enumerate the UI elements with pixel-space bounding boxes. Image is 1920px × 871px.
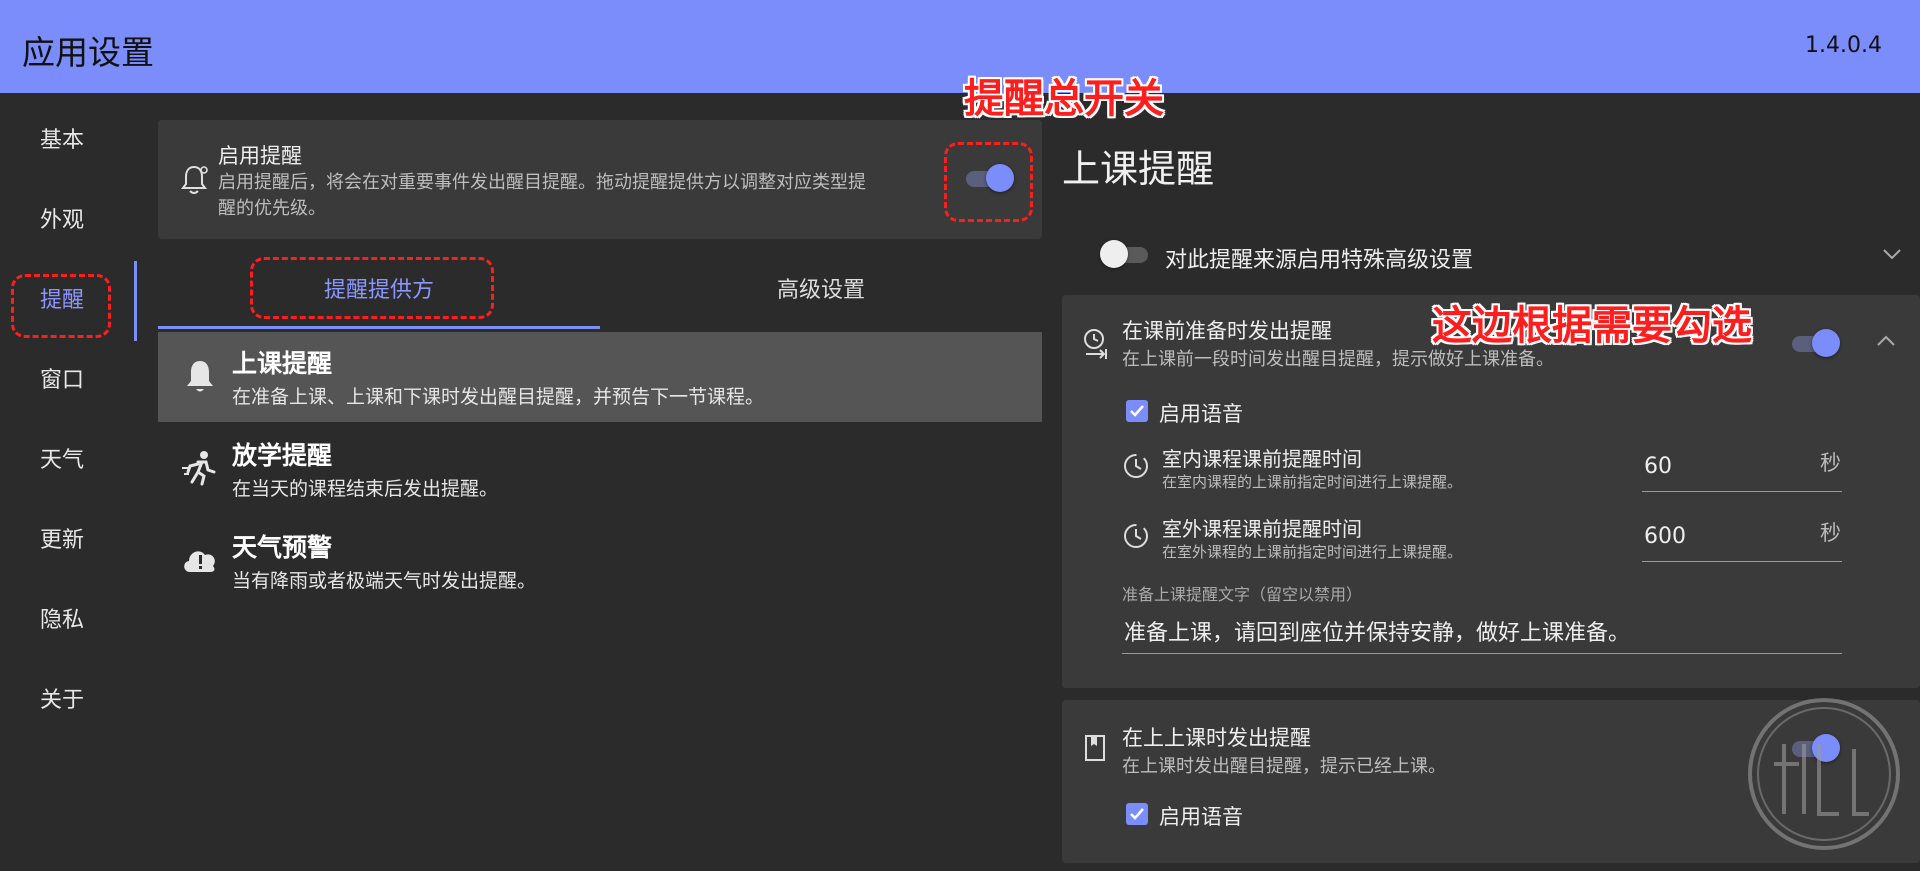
on-class-voice-label: 启用语音 xyxy=(1159,805,1243,829)
watermark-logo xyxy=(1744,694,1904,858)
on-class-desc: 在上课时发出醒目提醒，提示已经上课。 xyxy=(1122,756,1446,777)
provider-class-reminder[interactable]: 上课提醒 在准备上课、上课和下课时发出醒目提醒，并预告下一节课程。 xyxy=(158,332,1042,422)
prep-text-input[interactable]: 准备上课，请回到座位并保持安静，做好上课准备。 xyxy=(1122,605,1842,654)
enable-reminder-desc-1: 启用提醒后，将会在对重要事件发出醒目提醒。拖动提醒提供方以调整对应类型提 xyxy=(218,172,866,193)
provider-after-school[interactable]: 放学提醒 在当天的课程结束后发出提醒。 xyxy=(158,424,1042,514)
indoor-time-desc: 在室内课程的上课前指定时间进行上课提醒。 xyxy=(1162,473,1463,491)
bell-settings-icon xyxy=(180,164,208,200)
tab-advanced[interactable]: 高级设置 xyxy=(600,255,1042,329)
provider-title: 天气预警 xyxy=(232,533,333,562)
advanced-settings-label: 对此提醒来源启用特殊高级设置 xyxy=(1165,248,1474,273)
provider-weather-alert[interactable]: 天气预警 当有降雨或者极端天气时发出提醒。 xyxy=(158,516,1042,606)
prep-text-value: 准备上课，请回到座位并保持安静，做好上课准备。 xyxy=(1124,621,1631,646)
outdoor-time-input[interactable]: 600 xyxy=(1642,510,1842,562)
highlight-sidebar-reminder xyxy=(11,274,111,338)
indoor-time-title: 室内课程课前提醒时间 xyxy=(1162,447,1362,471)
detail-title: 上课提醒 xyxy=(1062,147,1215,191)
indoor-time-value: 60 xyxy=(1644,454,1672,479)
provider-title: 放学提醒 xyxy=(232,441,333,470)
outdoor-time-title: 室外课程课前提醒时间 xyxy=(1162,517,1362,541)
enable-reminder-card: 启用提醒 启用提醒后，将会在对重要事件发出醒目提醒。拖动提醒提供方以调整对应类型… xyxy=(158,120,1042,239)
enable-reminder-desc-2: 醒的优先级。 xyxy=(218,198,326,219)
advanced-settings-toggle[interactable] xyxy=(1100,240,1152,268)
highlight-master-toggle xyxy=(944,142,1033,222)
enable-reminder-title: 启用提醒 xyxy=(218,144,302,168)
version-label: 1.4.0.4 xyxy=(1805,33,1882,58)
highlight-providers-tab xyxy=(250,257,494,319)
sidebar-item-about[interactable]: 关于 xyxy=(0,661,134,741)
bell-icon xyxy=(180,356,220,396)
on-class-title: 在上上课时发出提醒 xyxy=(1122,726,1311,750)
app-header: 应用设置 1.4.0.4 xyxy=(0,0,1920,93)
sidebar-item-update[interactable]: 更新 xyxy=(0,501,134,581)
provider-desc: 当有降雨或者极端天气时发出提醒。 xyxy=(232,570,537,592)
sidebar-item-weather[interactable]: 天气 xyxy=(0,421,134,501)
outdoor-time-unit: 秒 xyxy=(1820,521,1841,545)
before-class-toggle[interactable] xyxy=(1788,329,1840,357)
outdoor-time-desc: 在室外课程的上课前指定时间进行上课提醒。 xyxy=(1162,543,1463,561)
sidebar-active-indicator xyxy=(134,261,137,341)
prep-text-label: 准备上课提醒文字（留空以禁用） xyxy=(1122,585,1363,604)
sidebar-item-basic[interactable]: 基本 xyxy=(0,101,134,181)
on-class-voice-checkbox[interactable] xyxy=(1126,803,1148,825)
sidebar-item-window[interactable]: 窗口 xyxy=(0,341,134,421)
sidebar: 基本 外观 提醒 窗口 天气 更新 隐私 关于 xyxy=(0,93,137,871)
before-class-title: 在课前准备时发出提醒 xyxy=(1122,319,1332,343)
before-class-voice-checkbox[interactable] xyxy=(1126,400,1148,422)
bookmark-icon xyxy=(1084,734,1106,766)
provider-title: 上课提醒 xyxy=(232,349,333,378)
before-class-card: 在课前准备时发出提醒 在上课前一段时间发出醒目提醒，提示做好上课准备。 启用语音… xyxy=(1062,295,1920,688)
indoor-time-unit: 秒 xyxy=(1820,451,1841,475)
page-title: 应用设置 xyxy=(22,33,154,72)
sidebar-item-appearance[interactable]: 外观 xyxy=(0,181,134,261)
running-person-icon xyxy=(180,448,220,488)
provider-desc: 在当天的课程结束后发出提醒。 xyxy=(232,478,499,500)
chevron-up-icon[interactable] xyxy=(1874,331,1898,355)
before-class-voice-label: 启用语音 xyxy=(1159,402,1243,426)
outdoor-time-value: 600 xyxy=(1644,524,1686,549)
clock-arrow-icon xyxy=(1082,327,1110,365)
clock-icon xyxy=(1122,522,1150,554)
provider-desc: 在准备上课、上课和下课时发出醒目提醒，并预告下一节课程。 xyxy=(232,386,765,408)
annotation-check-as-needed: 这边根据需要勾选 xyxy=(1432,303,1752,349)
annotation-master-switch: 提醒总开关 xyxy=(964,76,1164,122)
indoor-time-input[interactable]: 60 xyxy=(1642,440,1842,492)
cloud-alert-icon xyxy=(180,540,220,580)
clock-icon xyxy=(1122,452,1150,484)
sidebar-item-privacy[interactable]: 隐私 xyxy=(0,581,134,661)
chevron-down-icon[interactable] xyxy=(1880,244,1904,268)
